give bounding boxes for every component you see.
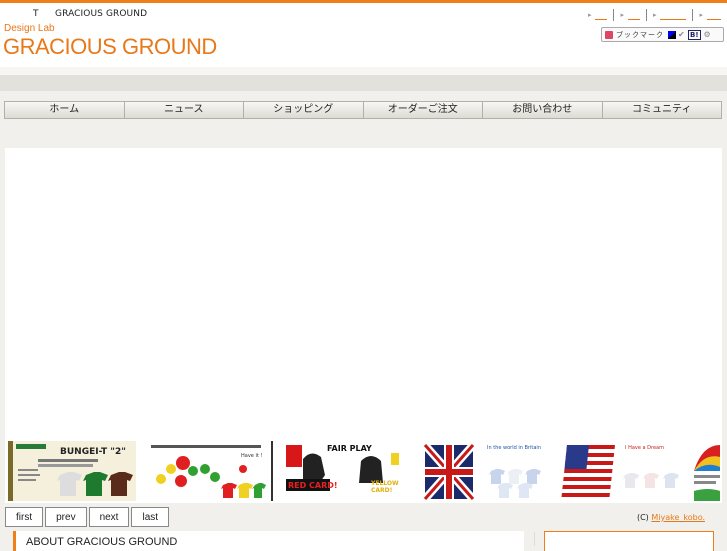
pager-next-button[interactable]: next (88, 507, 130, 527)
settings-icon[interactable]: ⚙ (704, 30, 711, 39)
svg-text:RED CARD!: RED CARD! (288, 481, 338, 490)
hatena-bookmark-icon[interactable]: B! (688, 29, 701, 40)
check-icon[interactable]: ✔ (678, 30, 686, 39)
svg-text:CARD!: CARD! (371, 487, 392, 494)
utility-link-3[interactable]: ▸ (645, 9, 693, 21)
utility-link-4[interactable]: ▸ (692, 9, 727, 21)
svg-text:YELLOW: YELLOW (370, 480, 399, 487)
photo-credit: (C) Miyake_kobo. (637, 513, 705, 522)
global-nav: ホーム ニュース ショッピング オーダーご注文 お問い合わせ コミュニティ (4, 101, 722, 119)
about-title: ABOUT GRACIOUS GROUND (26, 536, 178, 548)
pager-prev-button[interactable]: prev (45, 507, 87, 527)
svg-text:BUNGEI-T "2": BUNGEI-T "2" (60, 447, 126, 457)
thumbnail-garden[interactable] (692, 441, 722, 501)
thumbnail-strip: BUNGEI-T "2" Have it ! RED CARD! FAIR PL… (8, 441, 722, 503)
header-site-name[interactable]: GRACIOUS GROUND (55, 9, 147, 19)
pager-first-button[interactable]: first (5, 507, 44, 527)
social-bookmark-bar[interactable]: ブックマーク ✔ B! ⚙ (601, 27, 724, 42)
svg-text:Have it !: Have it ! (241, 453, 262, 459)
credit-prefix: (C) (636, 513, 649, 522)
pager-last-button[interactable]: last (131, 507, 170, 527)
header-band-gray (0, 75, 727, 91)
logo-subtitle: Design Lab (4, 23, 55, 34)
nav-item-home[interactable]: ホーム (5, 102, 124, 118)
nav-item-shopping[interactable]: ショッピング (243, 102, 363, 118)
thumbnail-have-it-image: Have it ! (145, 441, 273, 501)
thumbnail-britain[interactable]: In the world in Britain (421, 441, 549, 502)
nav-item-order[interactable]: オーダーご注文 (362, 102, 483, 118)
thumbnail-garden-image (692, 441, 722, 501)
arrow-icon: ▸ (699, 11, 703, 19)
bookmark-icon (605, 30, 613, 39)
site-logo[interactable]: GRACIOUS GROUND (3, 34, 217, 60)
slideshow-pager: first prev next last (5, 507, 171, 527)
site-header: T GRACIOUS GROUND Design Lab GRACIOUS GR… (0, 3, 727, 67)
arrow-icon: ▸ (652, 11, 657, 19)
header-t-letter: T (33, 9, 39, 19)
arrow-icon: ▸ (587, 11, 592, 19)
utility-link-1[interactable]: ▸ (582, 9, 614, 21)
bookmark-label: ブックマーク (616, 30, 664, 39)
nav-item-contact[interactable]: お問い合わせ (482, 102, 602, 118)
thumbnail-bungei-t[interactable]: BUNGEI-T "2" (8, 441, 136, 501)
nav-item-community[interactable]: コミュニティ (601, 102, 722, 118)
svg-text:FAIR PLAY: FAIR PLAY (327, 444, 372, 453)
header-band-light (0, 67, 727, 75)
svg-text:I Have a Dream: I Have a Dream (625, 445, 664, 451)
about-section-header: ABOUT GRACIOUS GROUND (13, 531, 524, 551)
arrow-icon: ▸ (620, 11, 624, 19)
thumbnail-bungei-t-image: BUNGEI-T "2" (8, 441, 136, 501)
thumbnail-dream-image: I Have a Dream (559, 441, 687, 501)
thumbnail-fair-play-image: RED CARD! FAIR PLAY YELLOW CARD! (283, 441, 411, 501)
thumbnail-dream[interactable]: I Have a Dream (559, 441, 687, 501)
utility-link-2[interactable]: ▸ (613, 9, 646, 21)
credit-author-link[interactable]: Miyake_kobo. (651, 513, 705, 522)
thumbnail-britain-image: In the world in Britain (421, 441, 549, 502)
svg-text:In the world in Britain: In the world in Britain (487, 445, 541, 451)
thumbnail-fair-play[interactable]: RED CARD! FAIR PLAY YELLOW CARD! (283, 441, 411, 501)
column-divider (534, 532, 535, 546)
nav-item-news[interactable]: ニュース (123, 102, 244, 118)
utility-links: ▸ ▸ ▸ ▸ (582, 8, 727, 22)
sidebar-box (544, 531, 714, 551)
thumbnail-have-it[interactable]: Have it ! (145, 441, 273, 501)
delicious-icon[interactable] (668, 30, 676, 39)
